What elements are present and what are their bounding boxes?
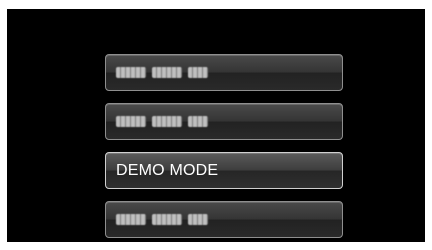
blurred-label [116, 65, 208, 80]
settings-menu: DEMO MODE [105, 54, 343, 250]
menu-item-demo-mode[interactable]: DEMO MODE [105, 152, 343, 189]
camera-screen: DEMO MODE [7, 9, 425, 242]
menu-item-1[interactable] [105, 54, 343, 91]
menu-item-label: DEMO MODE [116, 162, 219, 179]
blurred-label [116, 212, 208, 227]
menu-item-2[interactable] [105, 103, 343, 140]
blurred-label [116, 114, 208, 129]
menu-item-4[interactable] [105, 201, 343, 238]
